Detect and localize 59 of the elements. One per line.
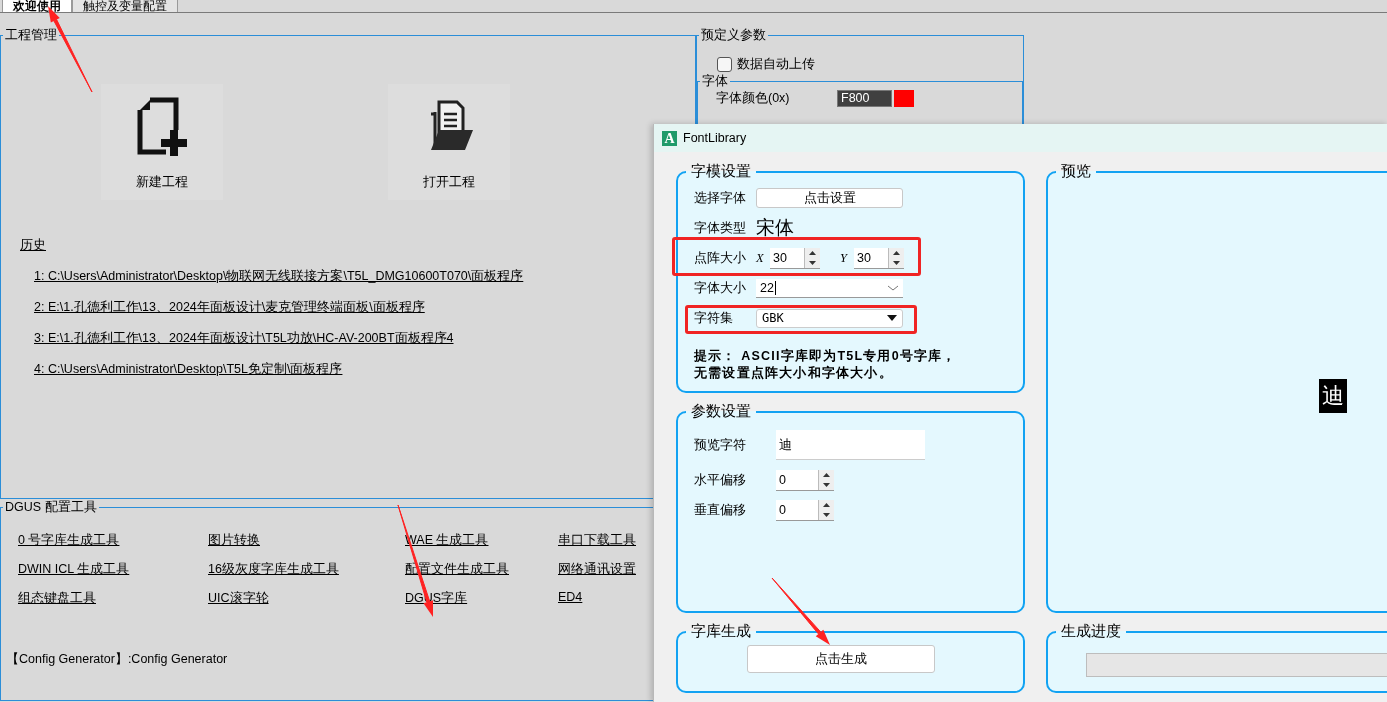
group-title: 工程管理 [4,27,58,44]
input-field[interactable]: 迪 [776,430,925,460]
group-title: 参数设置 [690,402,752,421]
project-tile[interactable]: 新建工程 [101,84,223,200]
field-label: 预览字符 [694,436,746,454]
field-label: 字符集 [694,309,734,327]
color-value-field[interactable]: F800 [837,89,892,107]
field-label: 字体大小 [694,279,747,297]
tool-link[interactable]: 组态键盘工具 [18,590,208,607]
app-icon: A [662,130,677,146]
field-label: 选择字体 [694,189,747,207]
axis-label: Y [840,250,849,266]
number-field[interactable]: 30 [854,247,904,269]
group-title: 生成进度 [1060,622,1122,641]
history-title: 历史 [20,237,46,254]
number-field[interactable]: 0 [776,499,834,521]
number-field[interactable]: 0 [776,469,834,491]
dropdown[interactable]: GBK [756,308,903,328]
group-title: 预览 [1060,162,1092,181]
field-label: 水平偏移 [694,471,746,489]
field-label: 字体类型 [694,219,747,237]
number-field[interactable]: 30 [770,247,820,269]
window-title: FontLibrary [683,131,747,145]
project-tile[interactable]: 打开工程 [388,84,510,200]
preview-glyph: 迪 [1319,379,1347,413]
history-link[interactable]: 2: E:\1.孔德利工作\13、2024年面板设计\麦克管理终端面板\面板程序 [34,299,425,316]
history-link[interactable]: 1: C:\Users\Administrator\Desktop\物联网无线联接方案\T5L_DMG10600T070\面板程序 [34,268,524,285]
caret-icon [887,315,897,321]
group-title: 字体 [701,73,729,90]
color-swatch[interactable] [894,89,914,107]
group-title: 字库生成 [690,622,752,641]
annotation-arrow [771,577,830,645]
hint-text: 无需设置点阵大小和字体大小。 [694,365,894,382]
field-label: 垂直偏移 [694,501,746,519]
checkbox-label: 数据自动上传 [737,56,815,73]
hint-text: 提示： ASCII字库即为T5L专用0号字库， [694,348,958,365]
settings-button[interactable]: 点击设置 [756,188,903,208]
checkbox[interactable] [717,57,732,72]
tile-label: 打开工程 [423,173,475,191]
tile-label: 新建工程 [136,173,188,191]
history-link[interactable]: 3: E:\1.孔德利工作\13、2024年面板设计\T5L功放\HC-AV-200BT面板程序4 [34,330,454,347]
field-label: 字体颜色(0x) [716,89,791,107]
tool-link[interactable]: 0 号字库生成工具 [18,532,208,549]
group-title: 字模设置 [690,162,752,181]
chevron-icon [887,283,899,292]
status-text: 【Config Generator】:Config Generator [6,651,228,668]
generate-button[interactable]: 点击生成 [747,645,935,673]
tool-link[interactable]: 16级灰度字库生成工具 [208,561,405,578]
history-link[interactable]: 4: C:\Users\Administrator\Desktop\T5L免定制\面板程序 [34,361,343,378]
group-title: 预定义参数 [700,27,767,44]
tab[interactable]: 触控及变量配置 [72,0,178,12]
axis-label: X [756,250,765,266]
tool-link[interactable]: DWIN ICL 生成工具 [18,561,208,578]
tool-link[interactable]: 图片转换 [208,532,405,549]
group-title: DGUS 配置工具 [4,499,98,516]
combo-box[interactable]: 22 [756,278,903,298]
field-label: 点阵大小 [694,249,747,267]
font-name: 宋体 [756,216,795,240]
tool-link[interactable]: UIC滚字轮 [208,590,405,607]
